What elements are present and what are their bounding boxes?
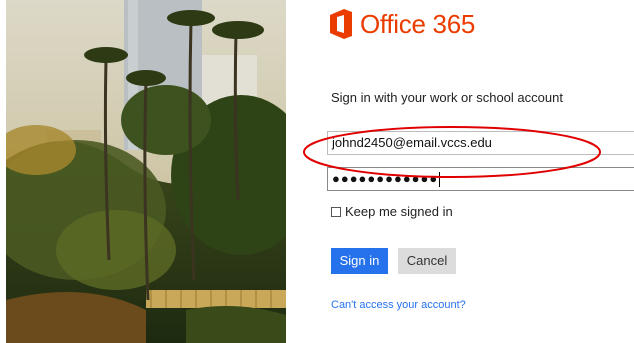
password-field[interactable]: ●●●●●●●●●●●●	[327, 167, 634, 191]
text-caret	[439, 172, 441, 188]
cancel-button[interactable]: Cancel	[398, 248, 456, 274]
keep-signed-in-label: Keep me signed in	[345, 204, 453, 219]
brand-header: Office 365	[330, 6, 475, 42]
cant-access-account-link[interactable]: Can't access your account?	[331, 299, 466, 311]
office-logo-icon	[330, 9, 352, 39]
hero-photo	[6, 0, 286, 343]
signin-prompt: Sign in with your work or school account	[331, 90, 563, 105]
keep-signed-in[interactable]: Keep me signed in	[331, 204, 453, 219]
username-value: johnd2450@email.vccs.edu	[332, 135, 492, 150]
sign-in-button[interactable]: Sign in	[331, 248, 388, 274]
brand-name: Office 365	[360, 8, 476, 39]
username-field[interactable]: johnd2450@email.vccs.edu	[327, 131, 634, 155]
password-mask: ●●●●●●●●●●●●	[332, 171, 439, 186]
keep-signed-in-checkbox[interactable]	[331, 206, 341, 217]
